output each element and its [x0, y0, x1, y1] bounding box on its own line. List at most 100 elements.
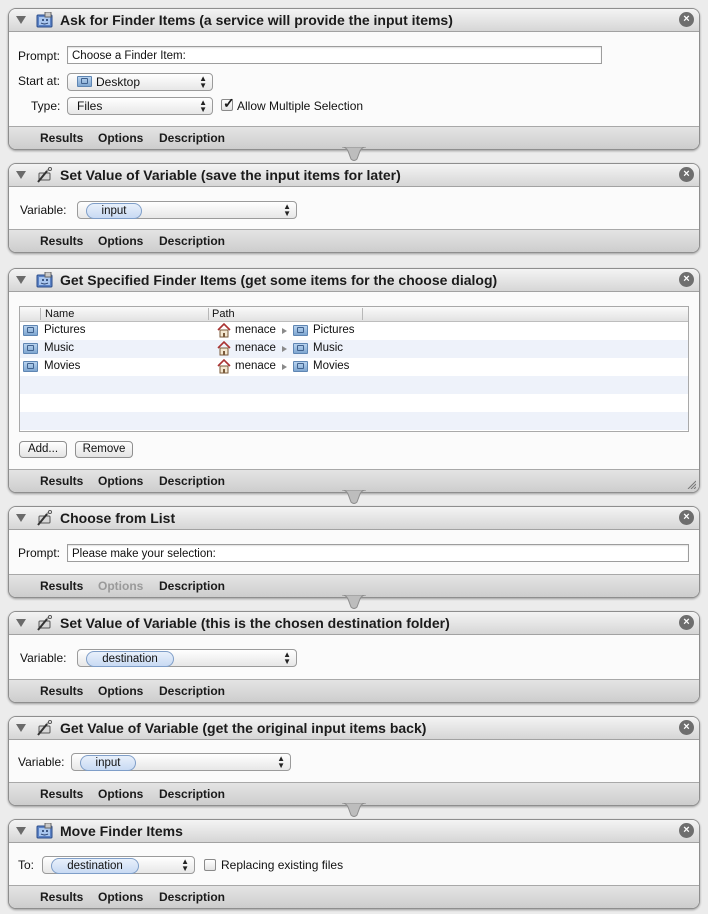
results-tab[interactable]: Results	[40, 131, 83, 145]
folder-icon	[23, 343, 38, 354]
finder-icon	[36, 823, 53, 839]
action-header[interactable]: Set Value of Variable (save the input it…	[9, 164, 699, 187]
description-tab[interactable]: Description	[159, 579, 225, 593]
connector-icon	[342, 803, 366, 817]
disclosure-triangle-icon[interactable]	[16, 514, 26, 522]
action-title: Get Value of Variable (get the original …	[60, 720, 427, 736]
row-path-home: menace	[235, 360, 276, 372]
prompt-field[interactable]: Please make your selection:	[67, 544, 689, 562]
results-tab[interactable]: Results	[40, 684, 83, 698]
add-button[interactable]: Add...	[19, 441, 67, 458]
path-arrow-icon	[282, 346, 287, 352]
description-tab[interactable]: Description	[159, 234, 225, 248]
description-tab[interactable]: Description	[159, 684, 225, 698]
type-popup[interactable]: Files ▲ ▼	[67, 97, 213, 115]
description-tab[interactable]: Description	[159, 787, 225, 801]
results-tab[interactable]: Results	[40, 474, 83, 488]
popup-arrows-icon: ▲ ▼	[199, 98, 207, 114]
resize-handle-icon[interactable]	[686, 479, 696, 489]
folder-icon	[23, 361, 38, 372]
column-path-header[interactable]: Path	[212, 308, 235, 320]
row-path-folder: Movies	[313, 360, 350, 372]
options-tab[interactable]: Options	[98, 131, 143, 145]
replacing-checkbox[interactable]	[204, 859, 216, 871]
variable-popup[interactable]: destination ▲ ▼	[77, 649, 297, 667]
action-title: Ask for Finder Items (a service will pro…	[60, 12, 453, 28]
disclosure-triangle-icon[interactable]	[16, 619, 26, 627]
start-at-value: Desktop	[96, 75, 141, 89]
results-tab[interactable]: Results	[40, 234, 83, 248]
options-tab: Options	[98, 579, 144, 593]
popup-arrows-icon: ▲ ▼	[277, 754, 285, 770]
close-icon[interactable]: ×	[679, 823, 694, 838]
action-header[interactable]: Ask for Finder Items (a service will pro…	[9, 9, 699, 32]
description-tab[interactable]: Description	[159, 131, 225, 145]
action-title: Choose from List	[60, 510, 176, 526]
options-tab[interactable]: Options	[98, 474, 143, 488]
table-row-empty	[20, 376, 688, 394]
action-header[interactable]: Move Finder Items ×	[9, 820, 699, 843]
action-get-specified-finder-items: Get Specified Finder Items (get some ite…	[8, 268, 700, 493]
checkmark-icon: ✓	[223, 95, 235, 111]
action-header[interactable]: Set Value of Variable (this is the chose…	[9, 612, 699, 635]
close-icon[interactable]: ×	[679, 12, 694, 27]
action-header[interactable]: Get Value of Variable (get the original …	[9, 717, 699, 740]
row-path-folder: Music	[313, 342, 344, 354]
home-icon	[217, 323, 231, 338]
start-at-popup[interactable]: Desktop ▲ ▼	[67, 73, 213, 91]
results-tab[interactable]: Results	[40, 890, 83, 904]
variable-popup[interactable]: input ▲ ▼	[71, 753, 291, 771]
table-row[interactable]: Music menace Music	[20, 340, 688, 358]
home-icon	[217, 359, 231, 374]
automator-wand-icon	[36, 167, 53, 183]
description-tab[interactable]: Description	[159, 474, 225, 488]
results-tab[interactable]: Results	[40, 579, 83, 593]
table-row[interactable]: Movies menace Movies	[20, 358, 688, 376]
options-tab[interactable]: Options	[98, 684, 143, 698]
destination-token: destination	[51, 858, 139, 874]
column-separator	[40, 308, 41, 320]
description-tab[interactable]: Description	[159, 890, 225, 904]
disclosure-triangle-icon[interactable]	[16, 724, 26, 732]
allow-multiple-checkbox[interactable]: ✓	[221, 95, 235, 111]
remove-button[interactable]: Remove	[75, 441, 133, 458]
close-icon[interactable]: ×	[679, 272, 694, 287]
close-icon[interactable]: ×	[679, 720, 694, 735]
variable-label: Variable:	[18, 755, 65, 769]
folder-icon	[293, 343, 308, 354]
table-row-empty	[20, 412, 688, 430]
action-header[interactable]: Choose from List ×	[9, 507, 699, 530]
close-icon[interactable]: ×	[679, 167, 694, 182]
action-footer: Results Options Description	[9, 229, 699, 252]
disclosure-triangle-icon[interactable]	[16, 827, 26, 835]
disclosure-triangle-icon[interactable]	[16, 16, 26, 24]
action-choose-from-list: Choose from List × Prompt: Please make y…	[8, 506, 700, 598]
finder-items-table[interactable]: Name Path Pictures menace Pictures Music…	[19, 306, 689, 432]
table-row[interactable]: Pictures menace Pictures	[20, 322, 688, 340]
variable-popup[interactable]: input ▲ ▼	[77, 201, 297, 219]
close-icon[interactable]: ×	[679, 615, 694, 630]
prompt-field[interactable]: Choose a Finder Item:	[67, 46, 602, 64]
automator-wand-icon	[36, 510, 53, 526]
options-tab[interactable]: Options	[98, 234, 143, 248]
row-name: Music	[44, 342, 75, 354]
column-name-header[interactable]: Name	[45, 308, 74, 320]
folder-icon	[77, 76, 92, 87]
finder-icon	[36, 12, 53, 28]
column-separator	[208, 308, 209, 320]
options-tab[interactable]: Options	[98, 787, 143, 801]
options-tab[interactable]: Options	[98, 890, 143, 904]
finder-icon	[36, 272, 53, 288]
variable-token: input	[86, 203, 142, 219]
path-arrow-icon	[282, 328, 287, 334]
connector-icon	[342, 490, 366, 504]
close-icon[interactable]: ×	[679, 510, 694, 525]
action-header[interactable]: Get Specified Finder Items (get some ite…	[9, 269, 699, 292]
disclosure-triangle-icon[interactable]	[16, 171, 26, 179]
results-tab[interactable]: Results	[40, 787, 83, 801]
to-popup[interactable]: destination ▲ ▼	[42, 856, 195, 874]
action-ask-for-finder-items: Ask for Finder Items (a service will pro…	[8, 8, 700, 150]
disclosure-triangle-icon[interactable]	[16, 276, 26, 284]
popup-arrows-icon: ▲ ▼	[283, 650, 291, 666]
folder-icon	[23, 325, 38, 336]
